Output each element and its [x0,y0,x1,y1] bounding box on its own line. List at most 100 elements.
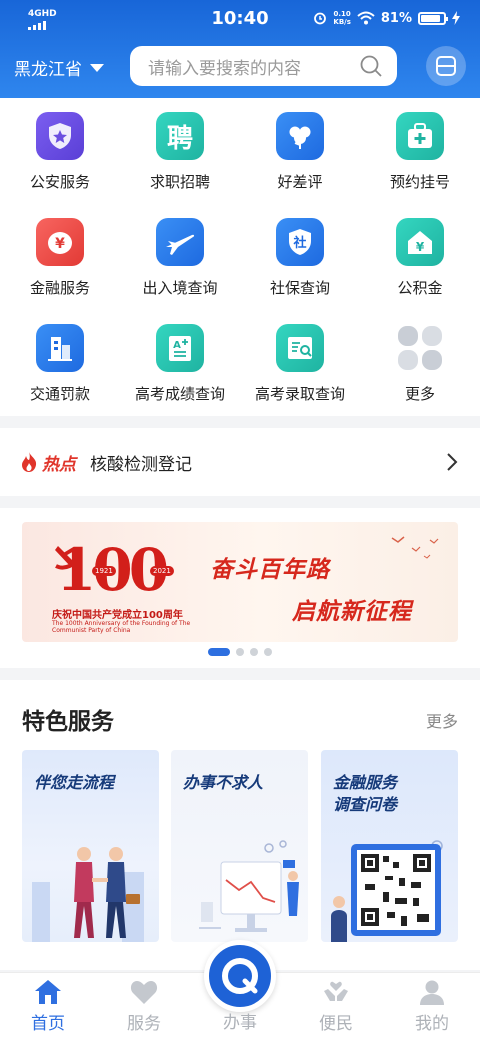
search-icon[interactable] [359,54,383,78]
service-more[interactable]: 更多 [360,310,480,416]
service-finance[interactable]: ¥ 金融服务 [0,204,120,310]
tab-label: 我的 [415,1014,449,1034]
hot-tag: 热点 [42,454,76,475]
service-traffic-fine[interactable]: 交通罚款 [0,310,120,416]
admission-search-icon [276,324,324,372]
menu-button[interactable] [426,46,466,86]
banner-carousel[interactable]: 100 1921 2021 庆祝中国共产党成立100周年 The 100th A… [22,522,458,642]
tab-home[interactable]: 首页 [0,979,96,1034]
alarm-icon [314,12,327,25]
wifi-icon [357,11,375,25]
tab-service[interactable]: 服务 [96,979,192,1034]
service-label: 好差评 [277,173,323,191]
net-speed: 0.10 KB/s [333,10,350,26]
exam-score-icon: A [156,324,204,372]
carousel-dot[interactable] [236,648,244,656]
heart-flower-icon [276,112,324,160]
qr-code-illustration-icon [331,840,443,942]
service-label: 求职招聘 [149,173,210,191]
service-label: 社保查询 [269,279,330,297]
banner-caption-en: The 100th Anniversary of the Founding of… [52,620,191,634]
service-housing-fund[interactable]: ¥ 公积金 [360,204,480,310]
service-label: 金融服务 [29,279,90,297]
feature-card-title: 伴您走流程 [34,773,115,792]
battery-percent: 81% [380,10,412,26]
banner-year-left: 1921 [92,566,116,576]
hot-topic-bar[interactable]: 热点 核酸检测登记 [0,428,480,496]
region-selector[interactable]: 黑龙江省 [14,55,104,80]
caret-down-icon [90,63,104,72]
service-label: 出入境查询 [142,279,218,297]
service-label: 交通罚款 [29,385,90,403]
feature-card-title: 办事不求人 [183,773,264,792]
service-police[interactable]: 公安服务 [0,98,120,204]
status-right: 0.10 KB/s 81% [313,10,460,26]
menu-icon [436,56,456,76]
carousel-dot[interactable] [208,648,230,656]
net-speed-value: 0.10 [333,10,351,18]
service-admission[interactable]: 高考录取查询 [240,310,360,416]
service-recruit[interactable]: 聘 求职招聘 [120,98,240,204]
featured-services: 特色服务 更多 伴您走流程 办事不求人 金融服务 调查问卷 [0,680,480,970]
user-icon [420,980,444,1005]
svg-text:社: 社 [292,235,306,251]
service-label: 高考录取查询 [254,385,345,403]
service-social-security[interactable]: 社 社保查询 [240,204,360,310]
feature-card-title: 金融服务 调查问卷 [333,772,397,816]
feature-card-process[interactable]: 伴您走流程 [22,750,159,942]
flame-icon [22,452,37,472]
service-rating[interactable]: 好差评 [240,98,360,204]
service-label: 高考成绩查询 [134,385,225,403]
feature-card-survey[interactable]: 金融服务 调查问卷 [321,750,458,942]
handshake-illustration-icon [32,847,144,942]
banner-caption-cn: 庆祝中国共产党成立100周年 [52,610,183,621]
service-immigration[interactable]: 出入境查询 [120,204,240,310]
banner-slogan-1: 奋斗百年路 [210,557,330,583]
svg-text:¥: ¥ [55,236,65,252]
section-title: 特色服务 [22,709,114,735]
center-logo-icon [222,958,258,994]
service-exam-score[interactable]: A 高考成绩查询 [120,310,240,416]
heart-icon [130,981,158,1004]
tab-label: 服务 [127,1014,161,1034]
service-appointment[interactable]: 预约挂号 [360,98,480,204]
svg-text:¥: ¥ [416,240,425,254]
search-box[interactable]: 请输入要搜索的内容 [130,46,397,86]
tab-mine[interactable]: 我的 [384,979,480,1034]
carousel-dot[interactable] [264,648,272,656]
carousel-dot[interactable] [250,648,258,656]
data-monitor-illustration-icon [199,840,299,932]
service-label: 公积金 [397,279,443,297]
service-label: 更多 [404,385,435,403]
social-security-icon: 社 [276,218,324,266]
airplane-icon [156,218,204,266]
svg-text:A: A [173,340,181,351]
net-speed-unit: KB/s [333,18,351,26]
center-action-button[interactable] [204,940,276,1012]
feature-card-title-line1: 金融服务 [333,773,398,792]
status-bar: 4GHD 10:40 0.10 KB/s 81% [0,6,480,34]
tab-label: 首页 [31,1014,65,1034]
chevron-right-icon [447,453,458,471]
feature-card-no-hassle[interactable]: 办事不求人 [171,750,308,942]
banner-section: 100 1921 2021 庆祝中国共产党成立100周年 The 100th A… [0,508,480,668]
police-shield-icon [36,112,84,160]
charging-icon [452,11,460,25]
search-placeholder: 请输入要搜索的内容 [148,58,301,79]
home-icon [35,980,61,1004]
carousel-indicator [0,648,480,656]
tab-convenience[interactable]: 便民 [288,979,384,1034]
center-action-label: 办事 [223,1013,257,1033]
top-header: 4GHD 10:40 0.10 KB/s 81% 黑龙江省 请输入要搜索的内容 [0,0,480,98]
service-label: 预约挂号 [389,173,450,191]
birds-decoration-icon [391,536,439,559]
hands-heart-icon [324,981,348,1001]
medical-kit-icon [396,112,444,160]
region-label: 黑龙江省 [14,60,82,80]
recruit-icon: 聘 [156,112,204,160]
banner-year-right: 2021 [150,566,174,576]
banner-slogan-2: 启航新征程 [292,599,412,625]
hot-text: 核酸检测登记 [90,454,192,475]
more-link[interactable]: 更多 [426,708,458,732]
tab-label: 便民 [319,1014,353,1034]
